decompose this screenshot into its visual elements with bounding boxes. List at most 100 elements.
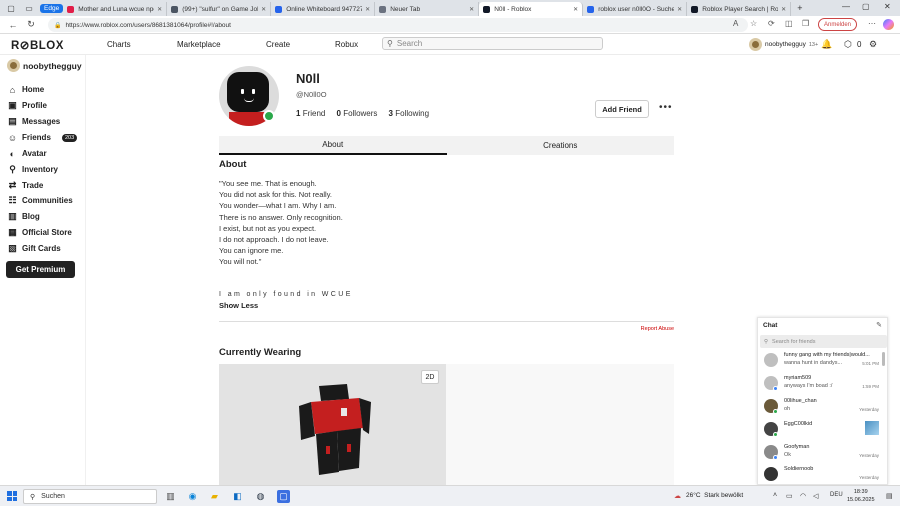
read-aloud-icon[interactable]: A: [733, 19, 738, 28]
chat-item[interactable]: EggC00lkid: [758, 418, 889, 441]
age-tag: 13+: [808, 41, 819, 48]
clock-time: 18:39: [853, 489, 868, 495]
browser-tab-active[interactable]: N0ll - Roblox ✕: [479, 2, 584, 16]
browser-tab[interactable]: Roblox Player Search | Rolimo✕: [687, 2, 792, 16]
chat-item[interactable]: Goofyman Ok Yesterday: [758, 441, 889, 464]
steam-icon[interactable]: ◍: [254, 490, 267, 503]
header-user[interactable]: noobythegguy 13+: [749, 38, 818, 51]
window-menu-icon[interactable]: ▢: [4, 2, 18, 14]
chat-item[interactable]: funny gang with my friends|would... wanna…: [758, 349, 889, 372]
add-friend-button[interactable]: Add Friend: [595, 100, 649, 118]
sidebar-item-label: Profile: [22, 101, 47, 110]
search-placeholder: Search: [396, 39, 423, 48]
sidebar-item-avatar[interactable]: ◐ Avatar: [7, 148, 47, 159]
sidebar-item-gift-cards[interactable]: ▧ Gift Cards: [7, 243, 60, 254]
tab-about[interactable]: About: [219, 136, 447, 155]
bio-line: There is no answer. Only recognition.: [219, 212, 343, 222]
close-window-icon[interactable]: ✕: [884, 2, 891, 11]
task-view-icon[interactable]: ▥: [164, 490, 177, 503]
outlook-icon[interactable]: ◧: [231, 490, 244, 503]
maximize-icon[interactable]: ▢: [862, 2, 870, 11]
more-menu-icon[interactable]: ⋯: [868, 19, 876, 28]
tab-close-icon[interactable]: ✕: [469, 6, 474, 13]
browser-tab[interactable]: roblox user n0ll0O - Suchen ✕: [583, 2, 688, 16]
roblox-logo[interactable]: R⊘BLOX: [11, 38, 64, 52]
followers-stat[interactable]: 0 Followers: [337, 109, 378, 118]
nav-robux[interactable]: Robux: [335, 40, 358, 49]
app-taskbar-icon[interactable]: ▢: [277, 490, 290, 503]
wifi-icon[interactable]: ◠: [800, 492, 806, 500]
reload-icon[interactable]: ↻: [26, 19, 36, 30]
chat-search-input[interactable]: ⚲ Search for friends: [760, 335, 887, 348]
chat-time: Yesterday: [859, 453, 879, 458]
browser-tab[interactable]: Neuer Tab ✕: [375, 2, 480, 16]
tab-favicon-icon: [171, 5, 179, 13]
sidebar-user[interactable]: noobythegguy: [7, 59, 82, 72]
tab-close-icon[interactable]: ✕: [573, 6, 578, 13]
sidebar-item-friends[interactable]: ☺ Friends: [7, 132, 51, 143]
nav-create[interactable]: Create: [266, 40, 290, 49]
get-premium-button[interactable]: Get Premium: [6, 261, 75, 278]
minimize-icon[interactable]: —: [842, 2, 850, 11]
notification-bell-icon[interactable]: 🔔: [821, 39, 832, 50]
sidebar-item-trade[interactable]: ⇄ Trade: [7, 180, 44, 191]
sidebar-item-profile[interactable]: ▣ Profile: [7, 100, 47, 111]
back-icon[interactable]: ←: [8, 20, 18, 30]
refresh-extension-icon[interactable]: ⟳: [768, 19, 775, 28]
about-heading: About: [219, 159, 247, 170]
tab-close-icon[interactable]: ✕: [261, 6, 266, 13]
tray-chevron-icon[interactable]: ˄: [773, 492, 777, 499]
new-chat-icon[interactable]: ✎: [876, 321, 882, 329]
search-input[interactable]: ⚲ Search: [382, 37, 603, 50]
edge-label[interactable]: Edge: [40, 3, 64, 13]
chat-search-placeholder: Search for friends: [772, 338, 816, 345]
edge-taskbar-icon[interactable]: ◉: [186, 490, 199, 503]
language-indicator[interactable]: DEU: [830, 492, 843, 498]
url-field[interactable]: 🔒 https://www.roblox.com/users/8681381064…: [48, 18, 748, 32]
sidebar-item-messages[interactable]: ▤ Messages: [7, 116, 60, 127]
chat-item[interactable]: myriam509 anyways I'm boad :/ 1:59 PM: [758, 372, 889, 395]
tab-creations[interactable]: Creations: [447, 136, 675, 155]
tab-close-icon[interactable]: ✕: [781, 6, 786, 13]
robux-icon[interactable]: ⬡: [844, 39, 852, 50]
notifications-icon[interactable]: ▤: [886, 492, 893, 500]
more-options-icon[interactable]: •••: [659, 102, 673, 113]
sidebar-item-inventory[interactable]: ⚲ Inventory: [7, 164, 58, 175]
workspaces-icon[interactable]: ▭: [22, 2, 36, 14]
following-stat[interactable]: 3 Following: [389, 109, 429, 118]
windows-start-icon[interactable]: [7, 491, 17, 501]
sidebar-item-blog[interactable]: ▥ Blog: [7, 211, 40, 222]
split-screen-icon[interactable]: ◫: [785, 19, 793, 28]
tab-close-icon[interactable]: ✕: [677, 6, 682, 13]
volume-icon[interactable]: ◁: [813, 492, 818, 500]
weather-status[interactable]: 26°C Stark bewölkt: [686, 492, 743, 499]
chat-item[interactable]: Soldiernoob Yesterday: [758, 463, 889, 486]
browser-tab[interactable]: Online Whiteboard 94772774✕: [271, 2, 376, 16]
sidebar-item-communities[interactable]: ☷ Communities: [7, 195, 72, 206]
nav-marketplace[interactable]: Marketplace: [177, 40, 221, 49]
tab-close-icon[interactable]: ✕: [157, 6, 162, 13]
signin-button[interactable]: Anmelden: [818, 18, 858, 31]
following-label: Following: [395, 109, 430, 118]
favorite-star-icon[interactable]: ☆: [750, 19, 757, 28]
file-explorer-icon[interactable]: ▰: [208, 490, 221, 503]
new-tab-icon[interactable]: +: [797, 3, 802, 13]
settings-gear-icon[interactable]: ⚙: [869, 39, 877, 50]
chat-item[interactable]: 00lihue_chan oh Yesterday: [758, 395, 889, 418]
followers-count: 0: [336, 109, 341, 118]
sidebar-item-home[interactable]: ⌂ Home: [7, 84, 44, 95]
system-clock[interactable]: 18:39 15.06.2025: [847, 489, 875, 504]
browser-tab[interactable]: Mother and Luna wcue npc ed✕: [63, 2, 168, 16]
taskbar-search[interactable]: ⚲ Suchen: [23, 489, 157, 504]
chat-title: Chat: [763, 322, 778, 329]
sidebar-item-official-store[interactable]: ▦ Official Store: [7, 227, 72, 238]
browser-tab[interactable]: (99+) "sulfur" on Game Jolt ✕: [167, 2, 272, 16]
copilot-icon[interactable]: [883, 19, 894, 30]
show-less-link[interactable]: Show Less: [219, 301, 258, 310]
report-abuse-link[interactable]: Report Abuse: [641, 326, 674, 332]
nav-charts[interactable]: Charts: [107, 40, 131, 49]
friends-stat[interactable]: 1 Friend: [296, 109, 325, 118]
network-icon[interactable]: ▭: [786, 492, 793, 500]
tab-close-icon[interactable]: ✕: [365, 6, 370, 13]
collections-icon[interactable]: ❒: [802, 19, 809, 28]
